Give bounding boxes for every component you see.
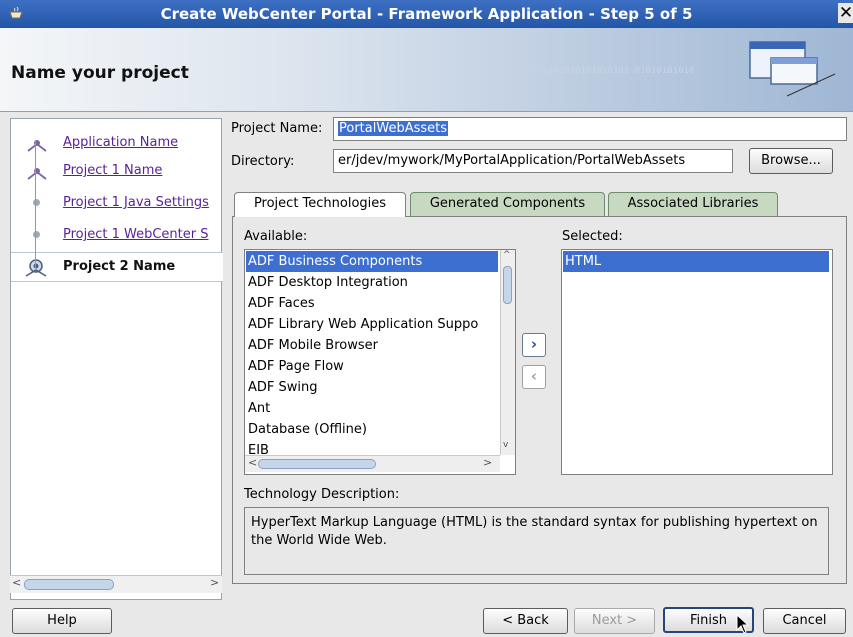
chevron-left-icon: ‹ [530, 367, 538, 385]
step-label: Project 1 WebCenter S [63, 227, 209, 242]
mouse-cursor-icon [736, 614, 750, 634]
step-done-icon [27, 140, 47, 152]
available-list[interactable]: ADF Business Components ADF Desktop Inte… [244, 249, 516, 475]
list-item[interactable]: Database (Offline) [246, 419, 498, 440]
technology-description-text: HyperText Markup Language (HTML) is the … [244, 507, 829, 575]
help-button[interactable]: Help [12, 608, 112, 634]
directory-value: er/jdev/mywork/MyPortalApplication/Porta… [338, 153, 686, 168]
tab-associated-libraries[interactable]: Associated Libraries [608, 192, 778, 216]
list-item[interactable]: ADF Business Components [246, 251, 498, 272]
list-item[interactable]: ADF Faces [246, 293, 498, 314]
page-title: Name your project [11, 63, 189, 83]
step-label: Application Name [63, 135, 179, 150]
steps-horizontal-scrollbar[interactable]: < > [10, 575, 222, 593]
step-application-name[interactable]: Application Name [11, 129, 223, 157]
scrollbar-thumb[interactable] [503, 266, 512, 304]
back-button[interactable]: < Back [483, 608, 568, 634]
close-icon[interactable]: ✕ [838, 3, 853, 23]
scroll-down-icon[interactable]: v [503, 440, 508, 450]
title-bar: Create WebCenter Portal - Framework Appl… [0, 0, 853, 28]
available-label: Available: [244, 229, 308, 244]
tab-generated-components[interactable]: Generated Components [410, 192, 605, 216]
step-project-1-java-settings[interactable]: Project 1 Java Settings [11, 189, 223, 217]
scrollbar-thumb[interactable] [258, 459, 376, 469]
available-vertical-scrollbar[interactable]: ^ v [500, 250, 515, 455]
remove-selected-button[interactable]: ‹ [522, 365, 546, 389]
next-button[interactable]: Next > [574, 608, 655, 634]
windows-icon [749, 41, 836, 97]
list-item[interactable]: ADF Library Web Application Suppo [246, 314, 498, 335]
scrollbar-thumb[interactable] [24, 579, 114, 590]
step-project-2-name[interactable]: Project 2 Name [11, 252, 223, 282]
directory-label: Directory: [231, 154, 295, 169]
add-selected-button[interactable]: › [522, 333, 546, 357]
project-name-label: Project Name: [231, 121, 323, 136]
scroll-right-icon[interactable]: > [483, 456, 492, 469]
list-item[interactable]: ADF Swing [246, 377, 498, 398]
step-label: Project 1 Name [63, 163, 163, 178]
step-project-1-webcenter[interactable]: Project 1 WebCenter S [11, 221, 223, 249]
step-project-1-name[interactable]: Project 1 Name [11, 157, 223, 185]
step-label: Project 2 Name [63, 259, 176, 274]
directory-input[interactable]: er/jdev/mywork/MyPortalApplication/Porta… [333, 149, 733, 173]
cancel-button[interactable]: Cancel [763, 608, 846, 634]
technology-description-label: Technology Description: [244, 487, 400, 502]
scroll-up-icon[interactable]: ^ [503, 250, 511, 260]
chevron-right-icon: › [530, 335, 538, 353]
window-title: Create WebCenter Portal - Framework Appl… [160, 5, 693, 23]
selected-label: Selected: [562, 229, 623, 244]
list-item[interactable]: Ant [246, 398, 498, 419]
list-item[interactable]: EJB [246, 440, 498, 454]
scroll-left-icon[interactable]: < [12, 576, 21, 589]
scroll-right-icon[interactable]: > [210, 576, 219, 589]
step-label: Project 1 Java Settings [63, 195, 209, 210]
header-decoration-text: 0101010101010101010101 01010101010 [510, 66, 695, 76]
list-item[interactable]: ADF Desktop Integration [246, 272, 498, 293]
available-horizontal-scrollbar[interactable]: < > [245, 455, 500, 472]
list-item[interactable]: ADF Page Flow [246, 356, 498, 377]
finish-label: Finish [689, 613, 727, 628]
scroll-left-icon[interactable]: < [248, 456, 257, 469]
wizard-header: Name your project 0101010101010101010101… [0, 28, 853, 112]
wizard-steps-panel: Application Name Project 1 Name Project … [10, 118, 223, 600]
steps-connector-line [35, 140, 36, 270]
project-name-input[interactable]: PortalWebAssets [333, 117, 847, 141]
step-current-icon [25, 259, 47, 277]
tab-project-technologies[interactable]: Project Technologies [234, 192, 406, 217]
list-item[interactable]: HTML [563, 251, 829, 272]
project-name-value: PortalWebAssets [338, 121, 448, 136]
selected-list[interactable]: HTML [561, 249, 833, 475]
step-done-icon [27, 168, 47, 180]
list-item[interactable]: ADF Mobile Browser [246, 335, 498, 356]
browse-button[interactable]: Browse... [749, 148, 833, 174]
